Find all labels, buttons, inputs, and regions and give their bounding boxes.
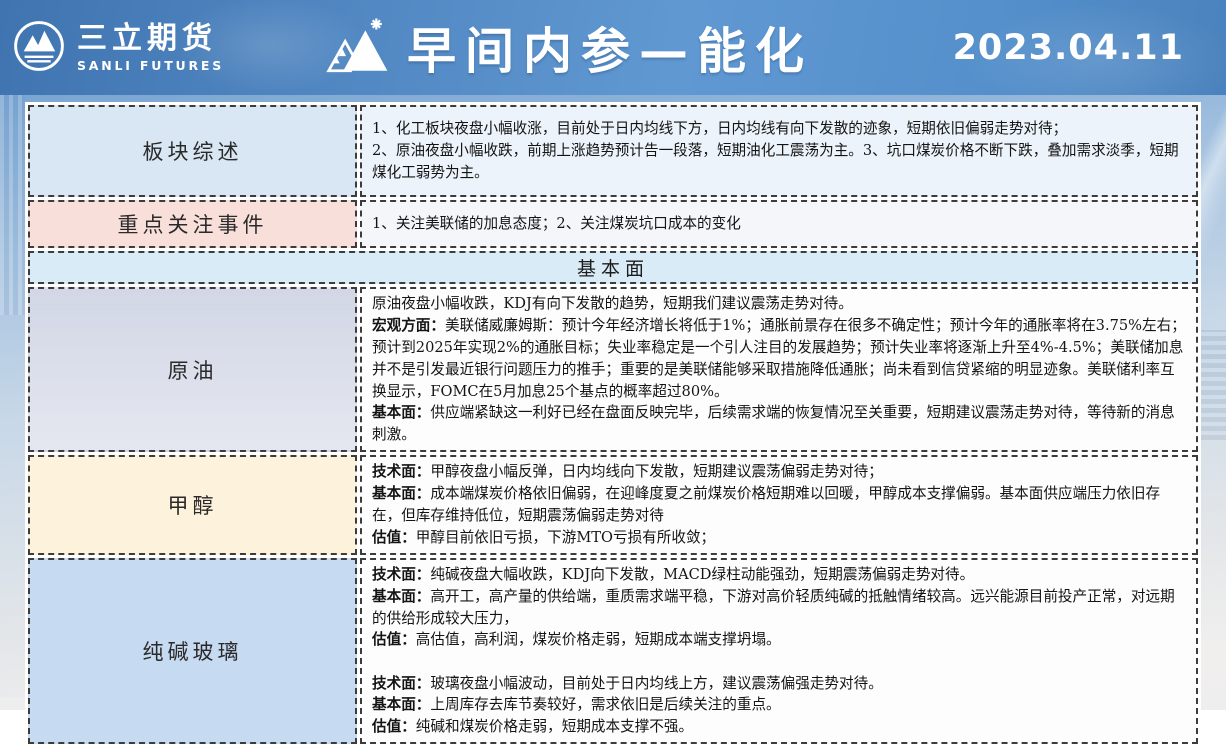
report-table: 板块综述 1、化工板块夜盘小幅收涨，目前处于日内均线下方，日内均线有向下发散的迹… (25, 102, 1201, 747)
key-events-content-cell: 1、关注美联储的加息态度；2、关注煤炭坑口成本的变化 (360, 200, 1198, 248)
methanol-paragraph-valuation: 估值：甲醇目前依旧亏损，下游MTO亏损有所收敛； (372, 527, 1186, 549)
section-header-fundamentals: 基本面 (28, 251, 1198, 284)
sanli-mountain-logo-icon (12, 19, 66, 77)
row-label-key-events: 重点关注事件 (28, 200, 357, 248)
glass-paragraph-valuation: 估值：纯碱和煤炭价格走弱，短期成本支撑不强。 (372, 716, 1186, 738)
report-title-block: 早间内参—能化 (325, 12, 813, 83)
soda-paragraph-fundamental: 基本面：高开工，高产量的供给端，重质需求端平稳，下游对高价轻质纯碱的抵触情绪较高… (372, 586, 1186, 630)
row-label-overview: 板块综述 (28, 105, 357, 197)
soda-paragraph-valuation: 估值：高估值，高利润，煤炭价格走弱，短期成本端支撑坍塌。 (372, 629, 1186, 651)
header-banner: 三立期货 SANLI FUTURES (0, 0, 1226, 95)
overview-paragraph: 2、原油夜盘小幅收跌，前期上涨趋势预计告一段落，短期油化工震荡为主。3、坑口煤炭… (372, 140, 1186, 184)
company-logo: 三立期货 SANLI FUTURES (12, 19, 247, 77)
row-label-methanol: 甲醇 (28, 455, 357, 555)
glass-paragraph-fundamental: 基本面：上周库存去库节奏较好，需求依旧是后续关注的重点。 (372, 694, 1186, 716)
table-row-section-fundamentals: 基本面 (28, 251, 1198, 284)
crude-oil-content-cell: 原油夜盘小幅收跌，KDJ有向下发散的趋势，短期我们建议震荡走势对待。 宏观方面：… (360, 287, 1198, 452)
soda-paragraph-technical: 技术面：纯碱夜盘大幅收跌，KDJ向下发散，MACD绿柱动能强劲，短期震荡偏弱走势… (372, 564, 1186, 586)
blank-line (372, 651, 1186, 672)
row-label-crude-oil: 原油 (28, 287, 357, 452)
brand-name-en: SANLI FUTURES (77, 59, 224, 72)
crude-paragraph-macro: 宏观方面：美联储威廉姆斯：预计今年经济增长将低于1%；通胀前景存在很多不确定性；… (372, 315, 1186, 403)
row-label-soda-ash-glass: 纯碱玻璃 (28, 558, 357, 744)
plant-photo-decoration (0, 95, 25, 315)
methanol-content-cell: 技术面：甲醇夜盘小幅反弹，日内均线向下发散，短期建议震荡偏弱走势对待； 基本面：… (360, 455, 1198, 555)
key-events-paragraph: 1、关注美联储的加息态度；2、关注煤炭坑口成本的变化 (372, 213, 1186, 235)
soda-ash-glass-content-cell: 技术面：纯碱夜盘大幅收跌，KDJ向下发散，MACD绿柱动能强劲，短期震荡偏弱走势… (360, 558, 1198, 744)
mountain-peak-icon (325, 17, 391, 79)
glass-paragraph-technical: 技术面：玻璃夜盘小幅波动，目前处于日内均线上方，建议震荡偏强走势对待。 (372, 673, 1186, 695)
table-row-methanol: 甲醇 技术面：甲醇夜盘小幅反弹，日内均线向下发散，短期建议震荡偏弱走势对待； 基… (28, 455, 1198, 555)
solar-panel-decoration (1200, 330, 1226, 440)
report-title: 早间内参—能化 (407, 12, 813, 83)
methanol-paragraph-fundamental: 基本面：成本端煤炭价格依旧偏弱，在迎峰度夏之前煤炭价格短期难以回暖，甲醇成本支撑… (372, 483, 1186, 527)
brand-name-cn: 三立期货 (77, 23, 224, 55)
logo-text: 三立期货 SANLI FUTURES (77, 23, 224, 72)
table-row-key-events: 重点关注事件 1、关注美联储的加息态度；2、关注煤炭坑口成本的变化 (28, 200, 1198, 248)
page-background: 三立期货 SANLI FUTURES (0, 0, 1226, 710)
overview-paragraph: 1、化工板块夜盘小幅收涨，目前处于日内均线下方，日内均线有向下发散的迹象，短期依… (372, 118, 1186, 140)
crude-paragraph-fundamental: 基本面：供应端紧缺这一利好已经在盘面反映完毕，后续需求端的恢复情况至关重要，短期… (372, 402, 1186, 446)
overview-content-cell: 1、化工板块夜盘小幅收涨，目前处于日内均线下方，日内均线有向下发散的迹象，短期依… (360, 105, 1198, 197)
table-row-soda-ash-glass: 纯碱玻璃 技术面：纯碱夜盘大幅收跌，KDJ向下发散，MACD绿柱动能强劲，短期震… (28, 558, 1198, 744)
table-row-crude-oil: 原油 原油夜盘小幅收跌，KDJ有向下发散的趋势，短期我们建议震荡走势对待。 宏观… (28, 287, 1198, 452)
table-row-overview: 板块综述 1、化工板块夜盘小幅收涨，目前处于日内均线下方，日内均线有向下发散的迹… (28, 105, 1198, 197)
methanol-paragraph-technical: 技术面：甲醇夜盘小幅反弹，日内均线向下发散，短期建议震荡偏弱走势对待； (372, 461, 1186, 483)
crude-paragraph: 原油夜盘小幅收跌，KDJ有向下发散的趋势，短期我们建议震荡走势对待。 (372, 293, 1186, 315)
report-date: 2023.04.11 (953, 28, 1184, 68)
